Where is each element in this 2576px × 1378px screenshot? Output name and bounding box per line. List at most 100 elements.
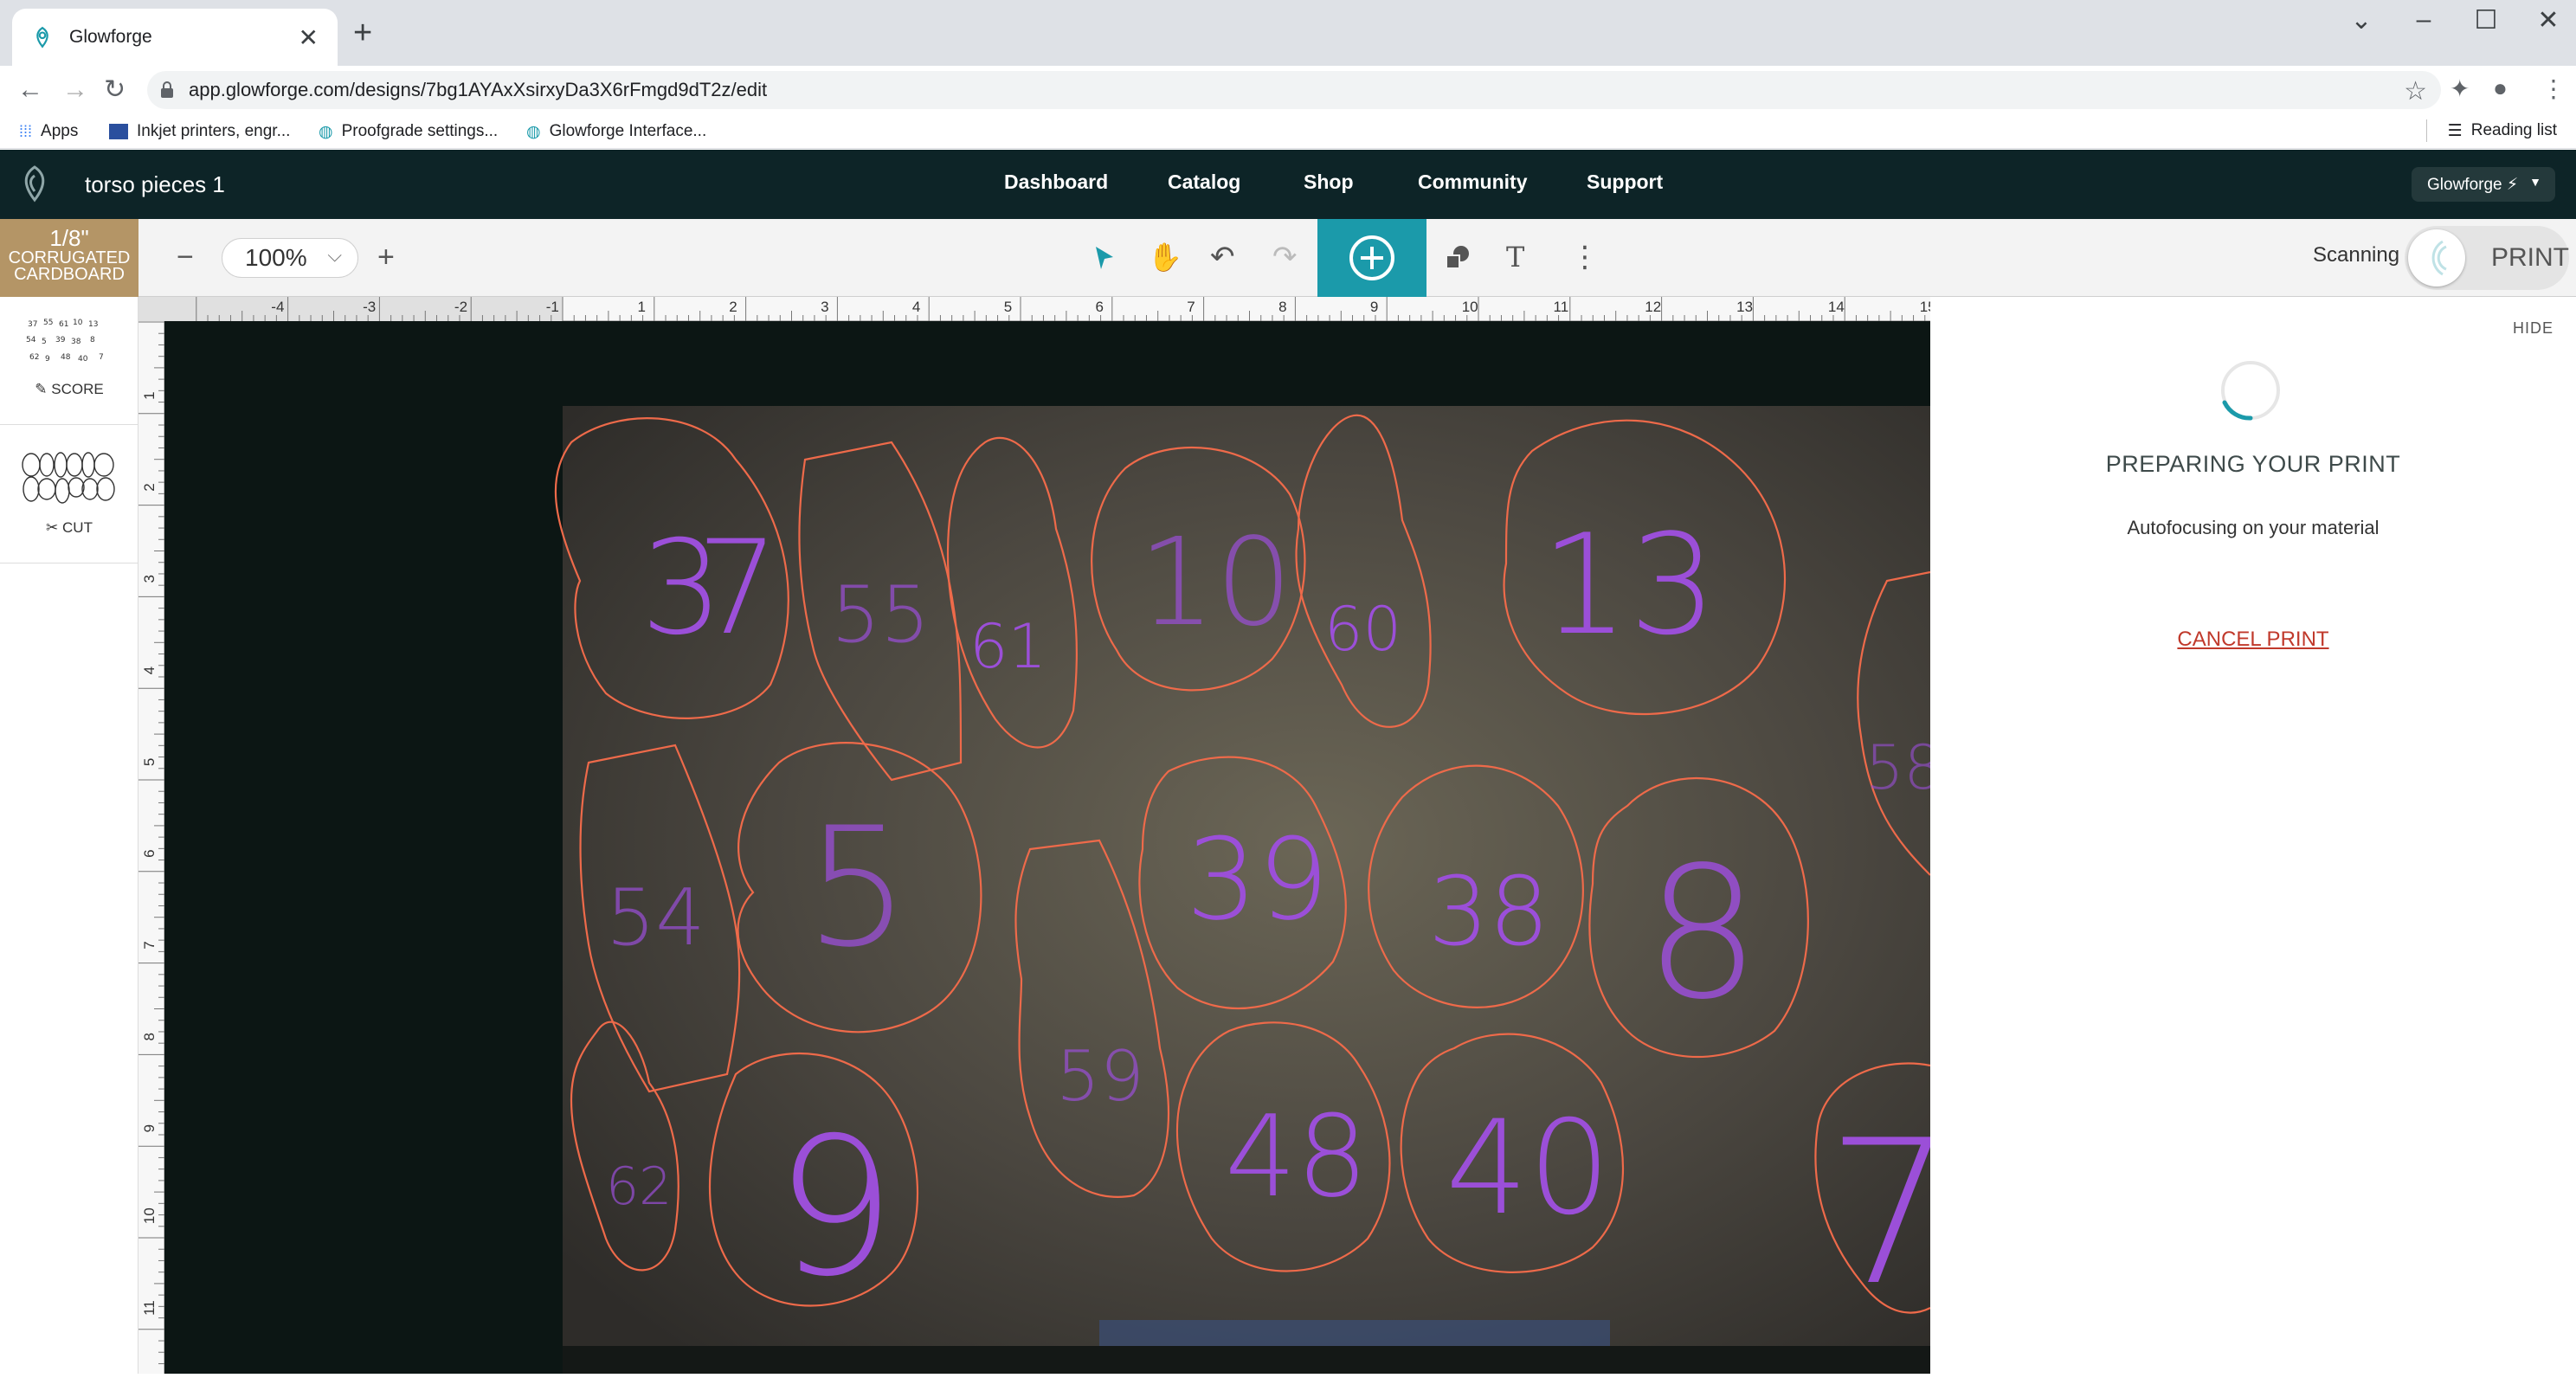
back-icon[interactable]: ← xyxy=(17,74,43,106)
close-tab-icon[interactable]: ✕ xyxy=(299,23,319,52)
bookmark-star-icon[interactable]: ☆ xyxy=(2404,76,2427,106)
close-window-icon[interactable]: ✕ xyxy=(2522,5,2574,35)
profile-icon[interactable]: ● xyxy=(2493,74,2508,102)
svg-text:38: 38 xyxy=(71,338,81,346)
bookmark-inkjet[interactable]: Inkjet printers, engr... xyxy=(109,119,290,144)
svg-text:37: 37 xyxy=(28,320,37,329)
ruler-left-label: 4 xyxy=(141,666,158,674)
ruler-top: -4-3-2-1123456789101112131415 xyxy=(138,297,1936,321)
step-label: ✂ CUT xyxy=(0,519,138,537)
pan-hand-icon[interactable]: ✋ xyxy=(1148,240,1182,274)
reading-list[interactable]: ☰ Reading list xyxy=(2425,119,2557,142)
piece-number-40: 40 xyxy=(1446,1093,1611,1244)
piece-number-38: 38 xyxy=(1428,856,1549,967)
ruler-top-label: 15 xyxy=(1920,299,1930,315)
bed-view[interactable]: 37 55 61 10 60 13 58 54 5 59 39 38 8 62 … xyxy=(164,321,1930,1374)
ruler-left-label: 9 xyxy=(141,1124,158,1132)
bed-canvas[interactable]: 37 55 61 10 60 13 58 54 5 59 39 38 8 62 … xyxy=(164,321,1930,1374)
plus-circle-icon xyxy=(1349,235,1394,280)
chevron-down-icon: ⌵ xyxy=(327,244,342,266)
bookmark-glowforge-interface[interactable]: ◍ Glowforge Interface... xyxy=(526,119,706,144)
nav-shop[interactable]: Shop xyxy=(1304,171,1354,194)
ruler-left-label: 7 xyxy=(141,941,158,949)
browser-tab[interactable]: Glowforge ✕ xyxy=(12,9,338,66)
piece-number-61: 61 xyxy=(969,611,1046,682)
ruler-top-label: 7 xyxy=(1187,299,1195,315)
url-text: app.glowforge.com/designs/7bg1AYAxXsirxy… xyxy=(189,79,768,100)
step-cut[interactable]: ✂ CUT xyxy=(0,425,138,563)
step-label: ✎ SCORE xyxy=(0,381,138,398)
ruler-top-label: 4 xyxy=(912,299,920,315)
status-message: Autofocusing on your material xyxy=(2127,517,2380,538)
ruler-top-scale: -4-3-2-1123456789101112131415 xyxy=(138,297,1936,321)
reading-list-label: Reading list xyxy=(2470,121,2557,139)
more-options-icon[interactable]: ⋮ xyxy=(1570,240,1600,274)
scissors-icon: ✂ xyxy=(46,519,59,536)
glowforge-logo-icon[interactable] xyxy=(17,164,52,203)
shapes-icon[interactable] xyxy=(1444,243,1472,271)
material-selector[interactable]: 1/8" CORRUGATED CARDBOARD xyxy=(0,219,138,297)
ruler-left-label: 6 xyxy=(141,849,158,857)
zoom-value: 100% xyxy=(245,244,307,271)
bookmark-proofgrade[interactable]: ◍ Proofgrade settings... xyxy=(319,119,498,144)
extensions-icon[interactable]: ✦ xyxy=(2450,74,2470,103)
text-tool-icon[interactable]: T xyxy=(1506,240,1524,274)
ruler-top-label: 1 xyxy=(638,299,646,315)
steps-panel: 37 55 61 10 13 54 5 39 38 8 62 9 48 40 7 ✎ SCORE ✂ C… xyxy=(0,297,138,1374)
piece-number-54: 54 xyxy=(606,873,705,963)
pencil-icon: ✎ xyxy=(35,381,48,397)
design-title[interactable]: torso pieces 1 xyxy=(85,171,225,198)
account-menu[interactable]: Glowforge ⚡ ▼ xyxy=(2412,167,2555,202)
cancel-print-link[interactable]: CANCEL PRINT xyxy=(1930,628,2576,652)
piece-number-37: 37 xyxy=(641,513,779,664)
lock-icon xyxy=(161,81,173,98)
piece-number-58: 58 xyxy=(1865,732,1930,803)
svg-text:55: 55 xyxy=(43,319,53,327)
ruler-top-label: 14 xyxy=(1828,299,1845,315)
url-field[interactable]: app.glowforge.com/designs/7bg1AYAxXsirxy… xyxy=(147,71,2441,109)
ruler-left-label: 3 xyxy=(141,575,158,583)
forward-icon[interactable]: → xyxy=(62,74,88,106)
ruler-top-label: -4 xyxy=(271,299,284,315)
print-knob xyxy=(2408,229,2465,287)
hide-panel-button[interactable]: HIDE xyxy=(2513,319,2553,338)
nav-community[interactable]: Community xyxy=(1418,171,1528,194)
zoom-in-icon[interactable]: + xyxy=(377,240,395,274)
ruler-top-label: 3 xyxy=(821,299,828,315)
ruler-left-label: 1 xyxy=(141,391,158,399)
piece-number-59: 59 xyxy=(1056,1036,1144,1117)
reload-icon[interactable]: ↻ xyxy=(104,74,126,106)
select-arrow-icon[interactable] xyxy=(1092,245,1117,271)
nav-support[interactable]: Support xyxy=(1587,171,1663,194)
zoom-out-icon[interactable]: − xyxy=(177,240,194,274)
svg-text:62: 62 xyxy=(29,353,39,362)
bookmarks-bar: ⁞⁞⁞ Apps Inkjet printers, engr... ◍ Proo… xyxy=(0,114,2576,149)
redo-icon[interactable]: ↷ xyxy=(1272,240,1298,274)
step-score[interactable]: 37 55 61 10 13 54 5 39 38 8 62 9 48 40 7 ✎ SCORE xyxy=(0,297,138,425)
svg-text:40: 40 xyxy=(78,355,88,364)
address-bar-row: ← → ↻ app.glowforge.com/designs/7bg1AYAx… xyxy=(0,66,2576,114)
add-artwork-button[interactable] xyxy=(1317,219,1426,297)
material-name-line2: CARDBOARD xyxy=(14,265,125,284)
ruler-top-label: 10 xyxy=(1462,299,1478,315)
maximize-icon[interactable]: ☐ xyxy=(2460,5,2512,35)
bookmark-label: Inkjet printers, engr... xyxy=(137,122,291,140)
nav-catalog[interactable]: Catalog xyxy=(1168,171,1240,194)
print-button[interactable]: PRINT xyxy=(2405,226,2569,290)
piece-number-13: 13 xyxy=(1541,504,1717,666)
glowforge-bookmark-icon: ◍ xyxy=(526,122,541,141)
undo-icon[interactable]: ↶ xyxy=(1210,240,1235,274)
piece-number-62: 62 xyxy=(606,1156,672,1217)
bookmark-apps[interactable]: ⁞⁞⁞ Apps xyxy=(19,119,78,144)
loading-spinner-icon xyxy=(2221,361,2280,421)
zoom-select[interactable]: 100% ⌵ xyxy=(222,238,358,278)
browser-menu-icon[interactable]: ⋮ xyxy=(2541,74,2566,103)
ruler-top-label: 6 xyxy=(1096,299,1104,315)
minimize-icon[interactable]: – xyxy=(2398,5,2450,35)
browser-tabstrip: Glowforge ✕ + ⌄ – ☐ ✕ xyxy=(0,0,2576,66)
nav-dashboard[interactable]: Dashboard xyxy=(1004,171,1108,194)
tab-search-icon[interactable]: ⌄ xyxy=(2335,5,2387,35)
app-header: torso pieces 1 Dashboard Catalog Shop Co… xyxy=(0,150,2576,219)
new-tab-icon[interactable]: + xyxy=(353,16,372,50)
machine-status: Scanning xyxy=(2313,243,2400,267)
